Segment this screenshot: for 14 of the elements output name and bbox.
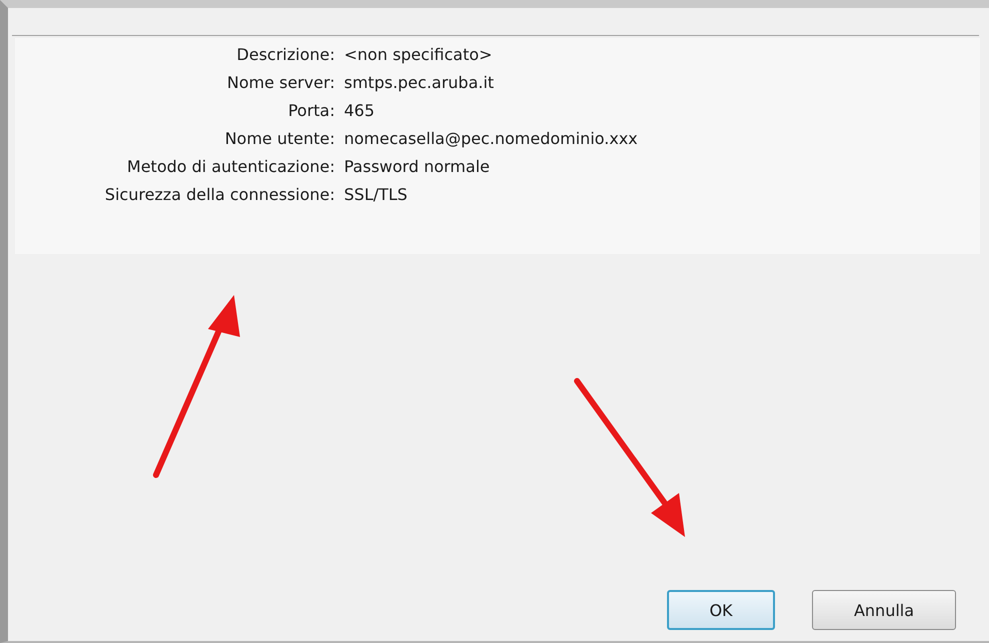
- field-value: Password normale: [344, 156, 491, 177]
- field-label: Descrizione:: [236, 44, 335, 65]
- field-value: SSL/TLS: [344, 184, 408, 205]
- cancel-button[interactable]: Annulla: [812, 590, 956, 630]
- field-value: smtps.pec.aruba.it: [344, 72, 495, 93]
- field-label: Metodo di autenticazione:: [126, 156, 335, 177]
- field-label: Nome server:: [226, 72, 335, 93]
- field-label: Sicurezza della connessione:: [104, 184, 335, 205]
- field-label: Nome utente:: [224, 128, 335, 149]
- ok-button[interactable]: OK: [667, 590, 775, 630]
- field-label: Porta:: [287, 100, 335, 121]
- field-value: nomecasella@pec.nomedominio.xxx: [344, 128, 639, 149]
- field-value: <non specificato>: [344, 44, 494, 65]
- field-value: 465: [344, 100, 376, 121]
